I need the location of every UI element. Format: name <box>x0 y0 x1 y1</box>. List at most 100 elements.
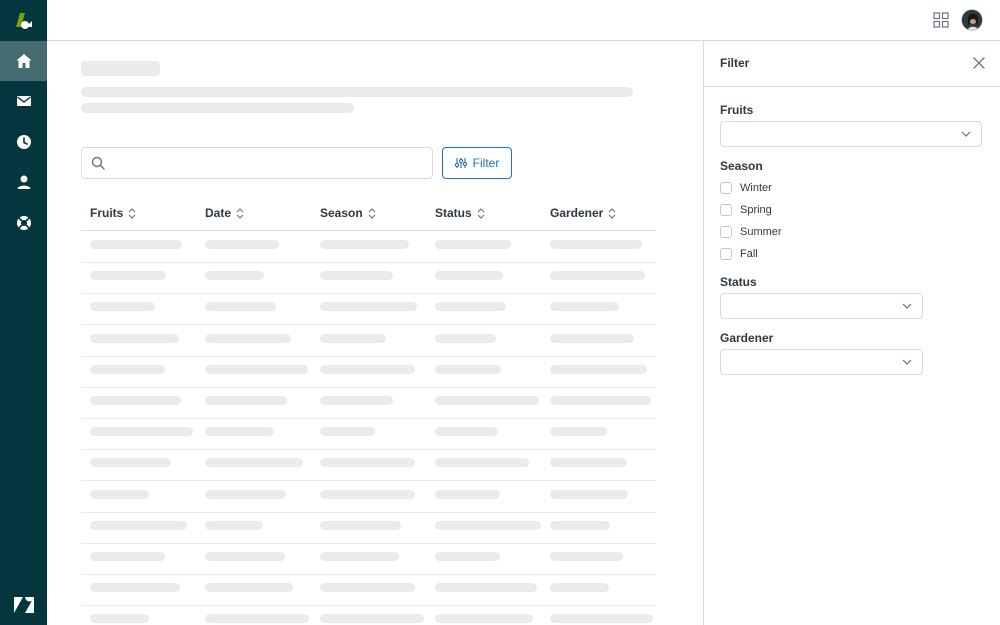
checkbox-label: Winter <box>740 182 772 194</box>
table-cell-skeleton <box>90 489 149 499</box>
nav-item-mail[interactable] <box>0 81 47 121</box>
row-divider <box>81 293 656 295</box>
row-divider <box>81 355 656 357</box>
table-cell-skeleton <box>205 333 291 343</box>
table-cell-skeleton <box>320 427 375 437</box>
table-cell-skeleton <box>90 302 155 312</box>
season-option-spring[interactable]: Spring <box>720 202 772 218</box>
table-cell-skeleton <box>320 302 417 312</box>
description-skeleton-line-1 <box>81 87 633 97</box>
brand-logo-icon[interactable] <box>0 0 47 40</box>
checkbox[interactable] <box>720 182 732 194</box>
row-divider <box>81 511 656 513</box>
table-cell-skeleton <box>550 614 653 624</box>
fruits-label: Fruits <box>720 103 754 117</box>
table-cell-skeleton <box>205 240 279 249</box>
table-cell-skeleton <box>320 240 409 249</box>
table-cell-skeleton <box>90 364 165 374</box>
table-cell-skeleton <box>435 396 539 405</box>
table-cell-skeleton <box>550 240 642 249</box>
table-cell-skeleton <box>205 396 287 405</box>
column-header-label: Season <box>320 206 363 220</box>
gardener-select[interactable] <box>720 349 923 375</box>
row-divider <box>81 418 656 419</box>
table-cell-skeleton <box>435 427 498 437</box>
sort-icon <box>236 207 244 219</box>
user-avatar[interactable] <box>961 9 983 31</box>
table-cell-skeleton <box>205 552 285 561</box>
table-cell-skeleton <box>435 614 533 624</box>
sort-icon <box>368 207 376 219</box>
sort-icon <box>477 207 485 219</box>
table-cell-skeleton <box>320 614 424 624</box>
user-icon <box>17 175 30 189</box>
zendesk-logo-icon[interactable] <box>0 585 47 625</box>
nav-item-user[interactable] <box>0 162 47 202</box>
sort-icon <box>608 207 616 219</box>
filter-panel: Filter Fruits Season Winter Spring Summe… <box>703 41 1000 625</box>
title-skeleton <box>81 61 160 76</box>
row-divider <box>81 262 656 263</box>
row-divider <box>81 574 656 575</box>
table-cell-skeleton <box>550 396 651 405</box>
table-cell-skeleton <box>320 458 415 468</box>
column-header-season[interactable]: Season <box>320 204 376 222</box>
season-option-fall[interactable]: Fall <box>720 246 758 262</box>
sliders-icon <box>454 158 467 168</box>
status-select[interactable] <box>720 293 923 319</box>
table-cell-skeleton <box>320 552 399 561</box>
table-cell-skeleton <box>550 364 647 374</box>
table-cell-skeleton <box>205 302 276 312</box>
table-cell-skeleton <box>550 520 610 530</box>
checkbox[interactable] <box>720 226 732 238</box>
season-option-summer[interactable]: Summer <box>720 224 782 240</box>
table-cell-skeleton <box>90 271 166 281</box>
column-header-status[interactable]: Status <box>435 204 485 222</box>
table-cell-skeleton <box>205 458 303 468</box>
table-cell-skeleton <box>205 520 263 530</box>
nav-item-clock[interactable] <box>0 122 47 162</box>
table-cell-skeleton <box>550 552 623 561</box>
top-header <box>47 0 1000 41</box>
table-cell-skeleton <box>550 458 627 468</box>
checkbox[interactable] <box>720 204 732 216</box>
table-cell-skeleton <box>90 333 179 343</box>
search-icon <box>91 156 105 170</box>
column-header-date[interactable]: Date <box>205 204 244 222</box>
nav-item-support[interactable] <box>0 203 47 243</box>
chevron-down-icon <box>902 359 912 365</box>
table-cell-skeleton <box>320 520 401 530</box>
column-header-label: Status <box>435 206 472 220</box>
close-icon[interactable] <box>972 56 986 70</box>
checkbox-label: Summer <box>740 226 782 238</box>
checkbox[interactable] <box>720 248 732 260</box>
table-cell-skeleton <box>320 396 393 405</box>
table-cell-skeleton <box>205 271 264 281</box>
checkbox-label: Fall <box>740 248 758 260</box>
fruits-select[interactable] <box>720 121 982 147</box>
nav-item-home[interactable] <box>0 41 47 81</box>
season-option-winter[interactable]: Winter <box>720 180 772 196</box>
row-divider <box>81 386 656 388</box>
table-cell-skeleton <box>435 489 500 499</box>
row-divider <box>81 542 656 544</box>
table-cell-skeleton <box>205 427 274 437</box>
mail-icon <box>16 96 31 106</box>
filter-panel-header: Filter <box>704 41 1000 87</box>
column-header-label: Date <box>205 206 232 220</box>
home-icon <box>16 54 31 68</box>
lifebuoy-icon <box>16 216 31 230</box>
column-header-label: Gardener <box>550 206 604 220</box>
column-header-fruits[interactable]: Fruits <box>90 204 136 222</box>
search-input[interactable] <box>81 147 433 179</box>
table-cell-skeleton <box>205 364 308 374</box>
table-cell-skeleton <box>435 333 496 343</box>
sort-icon <box>128 207 136 219</box>
table-cell-skeleton <box>435 552 500 561</box>
table-cell-skeleton <box>550 583 609 593</box>
table-cell-skeleton <box>320 489 415 499</box>
column-header-gardener[interactable]: Gardener <box>550 204 616 222</box>
grid-icon[interactable] <box>933 12 949 28</box>
filter-button[interactable]: Filter <box>442 147 512 179</box>
table-cell-skeleton <box>205 583 293 593</box>
